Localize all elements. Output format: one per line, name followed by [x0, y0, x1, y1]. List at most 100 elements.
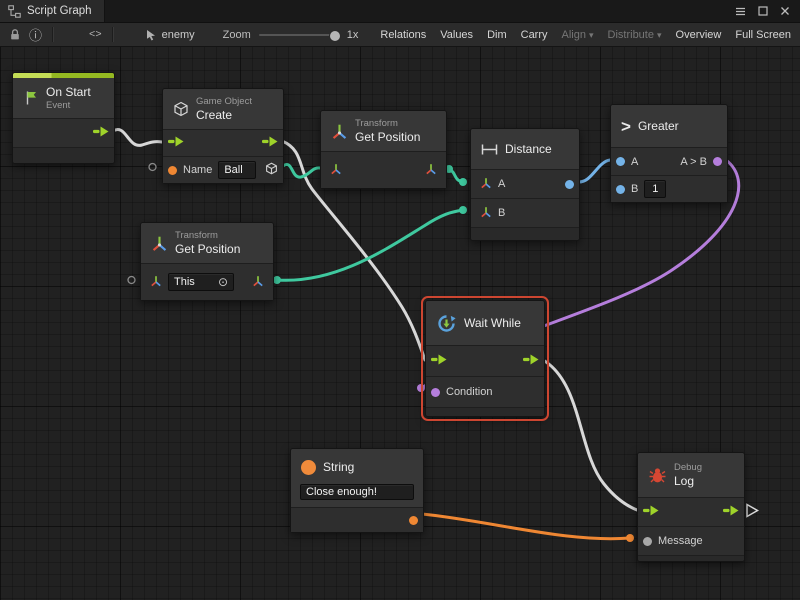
b-value-field[interactable]: 1	[644, 180, 666, 198]
node-footer	[638, 555, 744, 561]
transform-in-port-icon[interactable]	[330, 163, 342, 178]
zoom-label: Zoom	[223, 29, 251, 41]
dropdown-caret-icon: ▾	[657, 30, 662, 41]
node-category: Debug	[674, 462, 702, 473]
script-graph-icon	[8, 5, 21, 18]
node-on-start[interactable]: On Start Event	[12, 72, 115, 164]
cursor-icon	[145, 29, 157, 41]
tab-title: Script Graph	[27, 5, 92, 17]
info-icon[interactable]: ⓘ	[25, 24, 46, 46]
dim-button[interactable]: Dim	[480, 23, 514, 46]
distribute-button[interactable]: Distribute▾	[601, 23, 669, 46]
flow-in-port[interactable]	[643, 505, 659, 519]
float-in-port-a[interactable]	[616, 157, 625, 166]
toolbar-separator	[112, 27, 113, 42]
cube-icon	[173, 101, 189, 117]
node-title: Distance	[505, 142, 552, 156]
zoom-slider-handle[interactable]	[329, 30, 341, 42]
port-label: B	[498, 207, 505, 219]
window-maximize-icon[interactable]	[758, 6, 768, 16]
node-category: Transform	[355, 118, 420, 129]
vector-out-port-icon[interactable]	[425, 163, 437, 178]
node-title: Create	[196, 108, 252, 122]
flow-in-port[interactable]	[168, 136, 184, 150]
output-label: A > B	[680, 156, 707, 168]
node-get-position-left[interactable]: Transform Get Position This ⊙	[140, 222, 274, 301]
port-label: Name	[183, 164, 212, 176]
node-title: String	[323, 460, 354, 474]
string-value-field[interactable]: Close enough!	[300, 484, 414, 500]
vector-in-port-icon[interactable]	[480, 206, 492, 221]
node-title: Wait While	[464, 316, 521, 330]
node-title: On Start	[46, 85, 91, 99]
node-title: Get Position	[355, 130, 420, 144]
message-in-port[interactable]	[643, 537, 652, 546]
node-category: Transform	[175, 230, 240, 241]
node-get-position-top[interactable]: Transform Get Position	[320, 110, 447, 189]
full-screen-button[interactable]: Full Screen	[728, 23, 798, 46]
port-label: B	[631, 183, 638, 195]
relations-button[interactable]: Relations	[373, 23, 433, 46]
node-create[interactable]: Game Object Create Name Ball	[162, 88, 284, 184]
node-title: Log	[674, 474, 702, 488]
port-label: A	[498, 178, 505, 190]
string-in-port[interactable]	[168, 166, 177, 175]
bug-icon	[648, 467, 667, 484]
align-button[interactable]: Align▾	[555, 23, 601, 46]
flow-out-port[interactable]	[93, 126, 109, 140]
tab-script-graph[interactable]: Script Graph	[0, 0, 105, 22]
zoom-slider[interactable]	[259, 24, 339, 46]
wait-while-icon	[436, 313, 457, 334]
window-close-icon[interactable]	[780, 6, 790, 16]
code-view-icon[interactable]: <>	[85, 24, 106, 46]
flag-icon	[23, 90, 39, 106]
greater-icon: >	[621, 118, 631, 135]
flow-in-port[interactable]	[431, 354, 447, 368]
graph-owner-ref[interactable]: enemy	[145, 29, 195, 41]
transform-icon	[151, 235, 168, 252]
window-menu-icon[interactable]	[735, 6, 746, 17]
vector-in-port-icon[interactable]	[480, 177, 492, 192]
carry-button[interactable]: Carry	[514, 23, 555, 46]
node-title: Greater	[638, 119, 679, 133]
transform-icon	[331, 123, 348, 140]
vector-out-port-icon[interactable]	[252, 275, 264, 290]
port-label: A	[631, 156, 638, 168]
object-picker-icon[interactable]: ⊙	[218, 276, 228, 288]
string-icon	[301, 460, 316, 475]
zoom-slider-track	[259, 34, 339, 36]
node-distance[interactable]: Distance A B	[470, 128, 580, 241]
window-titlebar: Script Graph	[0, 0, 800, 23]
node-greater[interactable]: > Greater A A > B B 1	[610, 104, 728, 203]
node-log[interactable]: Debug Log Message	[637, 452, 745, 562]
node-category: Game Object	[196, 96, 252, 107]
flow-out-port[interactable]	[523, 354, 539, 368]
bool-out-port[interactable]	[713, 157, 722, 166]
node-footer	[426, 407, 544, 416]
graph-toolbar: ⓘ <> enemy Zoom 1x Relations Values Dim …	[0, 23, 800, 47]
gameobject-out-port[interactable]	[265, 162, 278, 178]
node-footer	[471, 227, 579, 240]
toolbar-separator	[52, 27, 53, 42]
node-footer	[13, 147, 114, 163]
target-value-field[interactable]: This ⊙	[168, 273, 234, 291]
float-in-port-b[interactable]	[616, 185, 625, 194]
flow-out-port[interactable]	[723, 505, 739, 519]
overview-button[interactable]: Overview	[669, 23, 729, 46]
string-out-port[interactable]	[409, 516, 418, 525]
node-title: Get Position	[175, 242, 240, 256]
node-wait-while[interactable]: Wait While Condition	[425, 300, 545, 417]
zoom-value: 1x	[347, 29, 359, 41]
distance-icon	[481, 143, 498, 156]
name-value-field[interactable]: Ball	[218, 161, 256, 179]
transform-in-port-icon[interactable]	[150, 275, 162, 290]
values-button[interactable]: Values	[433, 23, 480, 46]
flow-out-port[interactable]	[262, 136, 278, 150]
dropdown-caret-icon: ▾	[589, 30, 594, 41]
port-label: Message	[658, 535, 703, 547]
float-out-port[interactable]	[565, 180, 574, 189]
lock-icon[interactable]	[5, 24, 25, 46]
node-string[interactable]: String Close enough!	[290, 448, 424, 533]
graph-owner-label: enemy	[162, 29, 195, 41]
bool-in-port[interactable]	[431, 388, 440, 397]
